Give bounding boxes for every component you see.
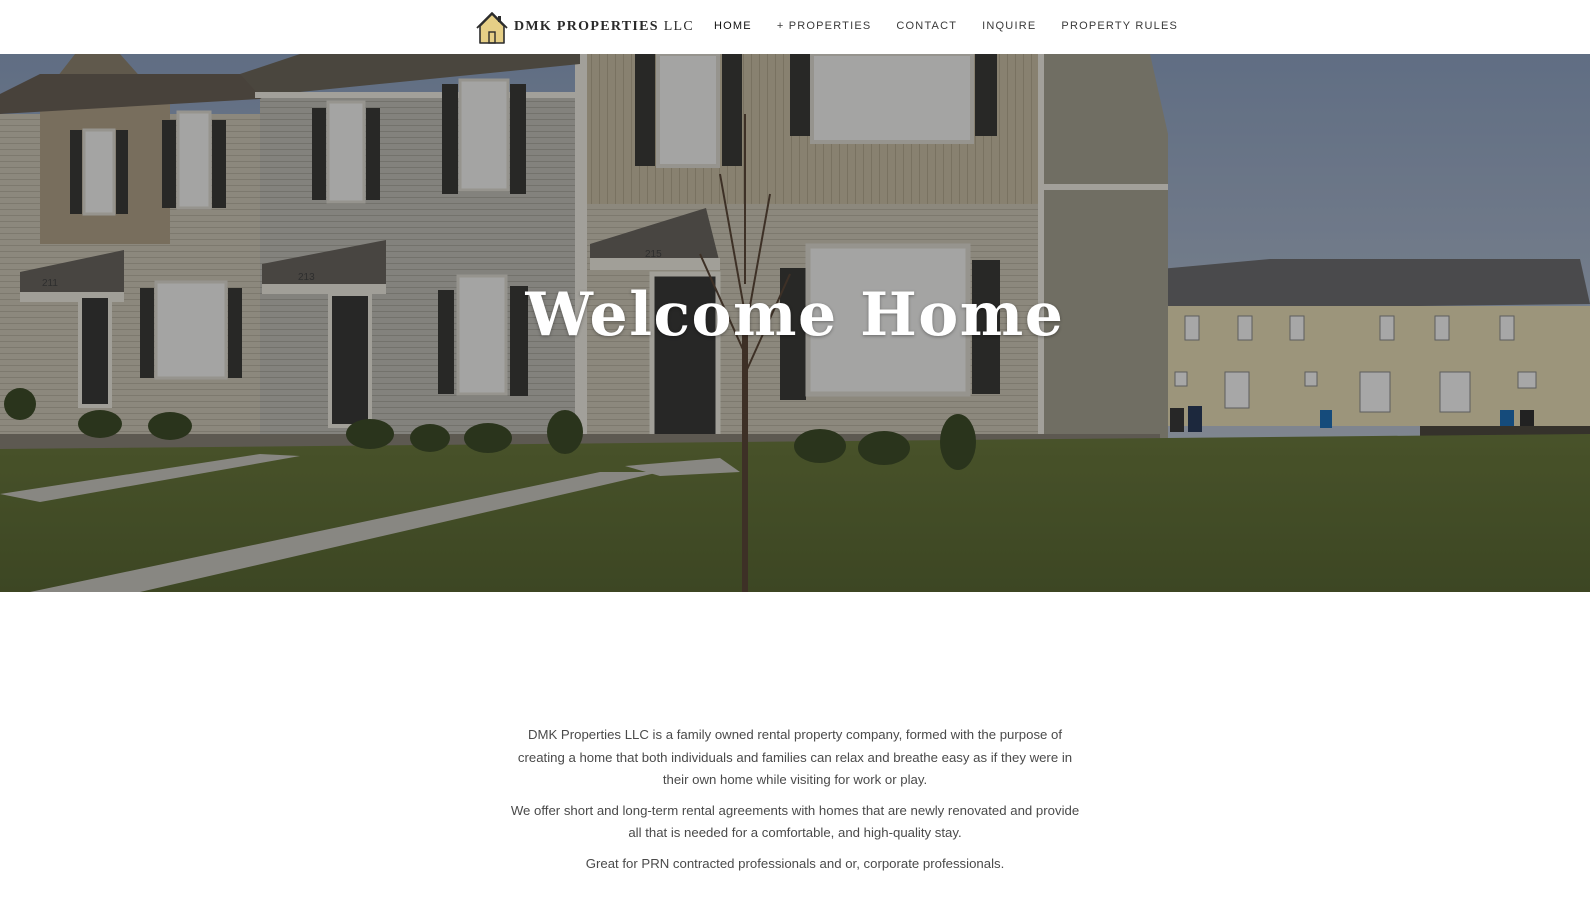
intro-section: DMK Properties LLC is a family owned ren… (505, 724, 1085, 883)
site-header: DMK PROPERTIES LLC HOME + PROPERTIES CON… (0, 0, 1590, 54)
intro-paragraph: Great for PRN contracted professionals a… (585, 855, 1005, 871)
brand-name: DMK PROPERTIES LLC (514, 19, 694, 35)
hero-banner: 211 213 215 Welcome Home (0, 54, 1590, 592)
brand-name-main: DMK PROPERTIES (514, 19, 659, 34)
main-nav: HOME + PROPERTIES CONTACT INQUIRE PROPER… (714, 20, 1203, 32)
brand-name-suffix: LLC (663, 19, 695, 34)
nav-item-property-rules[interactable]: PROPERTY RULES (1061, 20, 1178, 32)
intro-paragraph: DMK Properties LLC is a family owned ren… (517, 727, 1073, 787)
nav-item-home[interactable]: HOME (714, 20, 752, 32)
house-icon (476, 12, 508, 44)
site-logo[interactable]: DMK PROPERTIES LLC (476, 10, 694, 44)
nav-item-contact[interactable]: CONTACT (896, 20, 957, 32)
hero-title: Welcome Home (525, 280, 1065, 350)
nav-item-inquire[interactable]: INQUIRE (982, 20, 1036, 32)
nav-item-properties[interactable]: + PROPERTIES (777, 20, 872, 32)
intro-paragraph: We offer short and long-term rental agre… (510, 802, 1080, 841)
